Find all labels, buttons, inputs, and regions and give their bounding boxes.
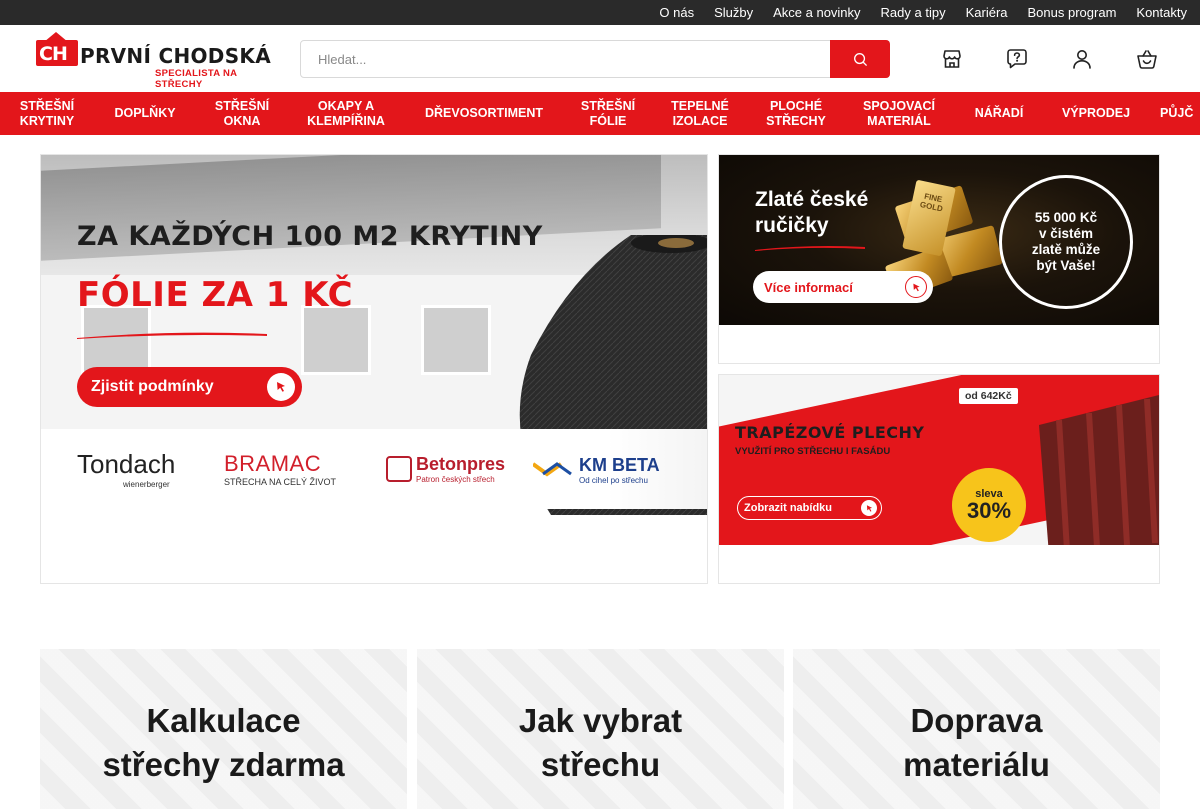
store-icon bbox=[943, 50, 961, 68]
account-button[interactable] bbox=[1069, 46, 1095, 72]
gold-title: Zlaté české ručičky bbox=[755, 188, 869, 237]
topbar-link-career[interactable]: Kariéra bbox=[966, 5, 1008, 20]
category-item-roof-windows[interactable]: STŘEŠNÍ OKNA bbox=[206, 92, 278, 135]
category-item-roofing[interactable]: STŘEŠNÍ KRYTINY bbox=[12, 92, 82, 135]
cursor-icon bbox=[905, 276, 927, 298]
basket-button[interactable] bbox=[1134, 46, 1160, 72]
logo-tagline: SPECIALISTA NA STŘECHY bbox=[155, 68, 237, 90]
gold-swoosh bbox=[755, 246, 865, 251]
banner-title: ZA KAŽDÝCH 100 M2 KRYTINY bbox=[77, 221, 543, 252]
basket-icon bbox=[1137, 50, 1157, 69]
cursor-icon bbox=[861, 500, 877, 516]
more-info-button[interactable]: Více informací bbox=[753, 271, 933, 303]
category-nav: STŘEŠNÍ KRYTINY DOPLŇKY STŘEŠNÍ OKNA OKA… bbox=[0, 92, 1200, 135]
card-material-delivery[interactable]: Doprava materiálu bbox=[793, 649, 1160, 809]
help-button[interactable] bbox=[1004, 46, 1030, 72]
topbar-link-about[interactable]: O nás bbox=[659, 5, 694, 20]
help-icon bbox=[1007, 49, 1027, 69]
topbar-link-bonus[interactable]: Bonus program bbox=[1028, 5, 1117, 20]
brand-betonpres: Betonpres Patron českých střech bbox=[386, 454, 505, 484]
brand-tondach: Tondach wienerberger bbox=[77, 449, 176, 489]
promo-banner-foil[interactable]: ZA KAŽDÝCH 100 M2 KRYTINY FÓLIE ZA 1 KČ … bbox=[40, 154, 708, 584]
category-item-flat-roofs[interactable]: PLOCHÉ STŘECHY bbox=[756, 92, 836, 135]
category-item-rental[interactable]: PŮJČ bbox=[1160, 92, 1200, 135]
category-item-timber[interactable]: DŘEVOSORTIMENT bbox=[414, 92, 554, 135]
promo-banner-trapezoid[interactable]: od 642Kč TRAPÉZOVÉ PLECHY VYUŽITÍ PRO ST… bbox=[718, 374, 1160, 584]
topbar-link-news[interactable]: Akce a novinky bbox=[773, 5, 860, 20]
discount-badge: sleva 30% bbox=[952, 468, 1026, 542]
banner-highlight: FÓLIE ZA 1 KČ bbox=[77, 275, 354, 315]
topbar-link-contacts[interactable]: Kontakty bbox=[1136, 5, 1187, 20]
trapezoid-subtitle: VYUŽITÍ PRO STŘECHU I FASÁDU bbox=[735, 446, 891, 457]
search-bar bbox=[300, 40, 890, 78]
brand-strip: Tondach wienerberger BRAMAC STŘECHA NA C… bbox=[41, 429, 707, 509]
topbar-link-services[interactable]: Služby bbox=[714, 5, 753, 20]
category-item-sale[interactable]: VÝPRODEJ bbox=[1054, 92, 1138, 135]
show-offer-button[interactable]: Zobrazit nabídku bbox=[737, 496, 882, 520]
prize-circle: 55 000 Kč v čistém zlatě může být Vaše! bbox=[999, 175, 1133, 309]
brand-bramac: BRAMAC STŘECHA NA CELÝ ŽIVOT bbox=[224, 451, 337, 487]
site-header: CH PRVNÍ CHODSKÁ SPECIALISTA NA STŘECHY bbox=[0, 25, 1200, 92]
swoosh-decoration bbox=[77, 332, 267, 339]
site-logo[interactable]: CH PRVNÍ CHODSKÁ SPECIALISTA NA STŘECHY bbox=[36, 32, 272, 90]
conditions-button[interactable]: Zjistit podmínky bbox=[77, 367, 302, 407]
brand-kmbeta: KM BETA Od cihel po střechu bbox=[533, 455, 660, 485]
price-tag: od 642Kč bbox=[959, 388, 1018, 404]
search-icon bbox=[853, 52, 867, 66]
category-item-insulation[interactable]: TEPELNÉ IZOLACE bbox=[662, 92, 738, 135]
user-icon bbox=[1073, 50, 1091, 69]
category-item-tools[interactable]: NÁŘADÍ bbox=[962, 92, 1036, 135]
store-button[interactable] bbox=[939, 46, 965, 72]
category-item-accessories[interactable]: DOPLŇKY bbox=[100, 92, 190, 135]
cursor-icon bbox=[267, 373, 295, 401]
card-roof-calculation[interactable]: Kalkulace střechy zdarma bbox=[40, 649, 407, 809]
category-item-gutters[interactable]: OKAPY A KLEMPÍŘINA bbox=[296, 92, 396, 135]
promo-banner-gold[interactable]: FINE GOLD Zlaté české ručičky Více infor… bbox=[718, 154, 1160, 364]
logo-name: PRVNÍ CHODSKÁ bbox=[80, 44, 271, 68]
category-item-roof-foils[interactable]: STŘEŠNÍ FÓLIE bbox=[572, 92, 644, 135]
trapezoid-title: TRAPÉZOVÉ PLECHY bbox=[735, 423, 925, 442]
card-choose-roof[interactable]: Jak vybrat střechu bbox=[417, 649, 784, 809]
top-utility-bar: O nás Služby Akce a novinky Rady a tipy … bbox=[0, 0, 1200, 25]
search-input[interactable] bbox=[301, 41, 830, 77]
metal-sheet-image bbox=[1039, 395, 1159, 545]
logo-mark: CH bbox=[36, 32, 78, 66]
search-button[interactable] bbox=[830, 40, 890, 78]
category-item-fasteners[interactable]: SPOJOVACÍ MATERIÁL bbox=[854, 92, 944, 135]
topbar-link-tips[interactable]: Rady a tipy bbox=[881, 5, 946, 20]
